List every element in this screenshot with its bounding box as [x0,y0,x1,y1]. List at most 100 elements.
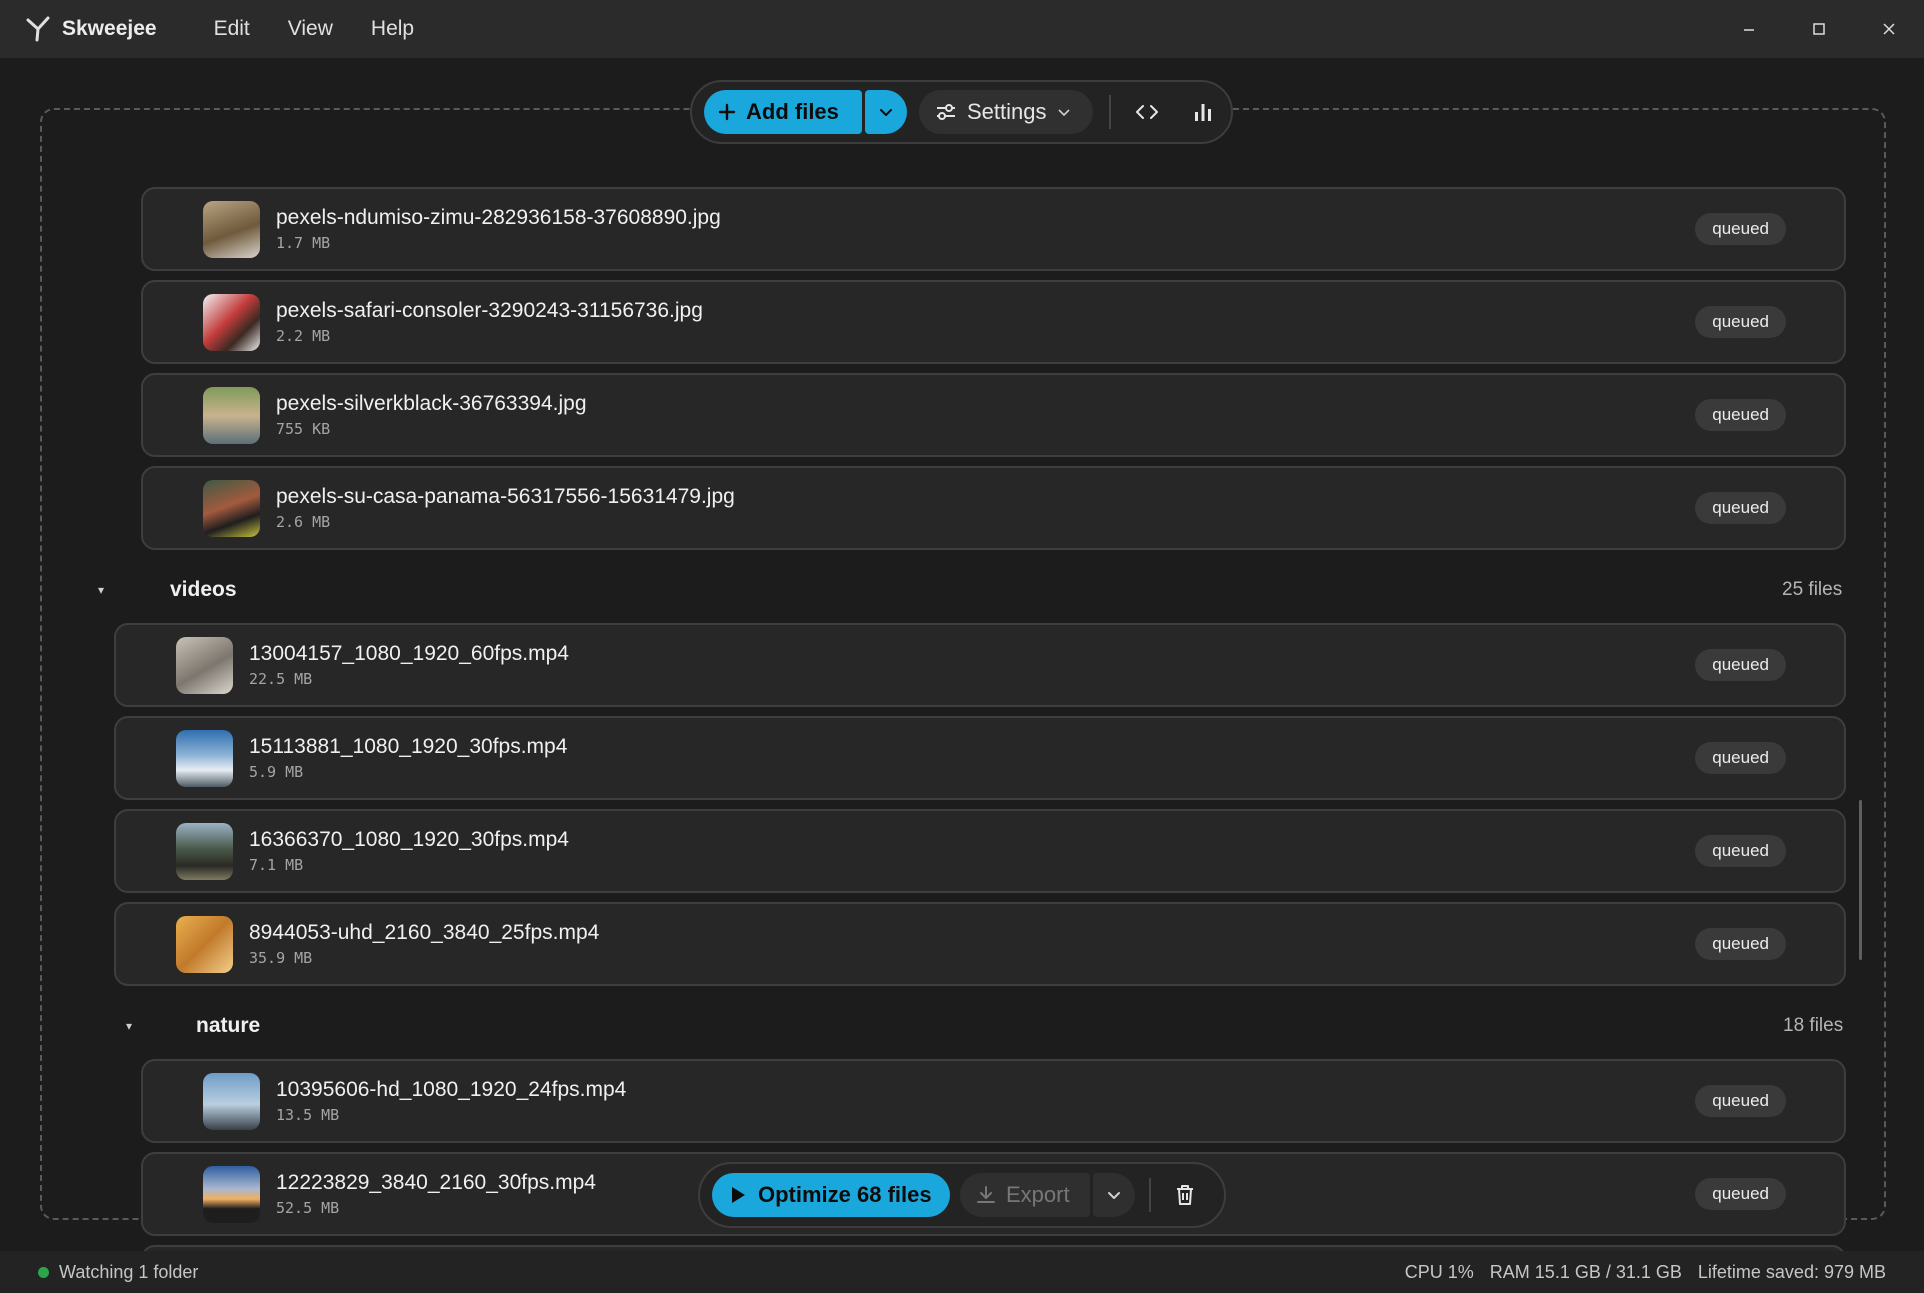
group-header-nature[interactable]: ▾ nature [126,1006,260,1046]
settings-button[interactable]: Settings [919,90,1093,134]
file-name: 15113881_1080_1920_30fps.mp4 [249,735,568,758]
file-name: 12223829_3840_2160_30fps.mp4 [276,1171,596,1194]
top-toolbar: Add files Settings [690,80,1233,144]
file-thumbnail [203,1072,260,1130]
group-name: videos [170,578,237,601]
status-badge: queued [1695,306,1786,338]
status-badge: queued [1695,835,1786,867]
bar-chart-icon [1195,104,1211,121]
status-badge: queued [1695,492,1786,524]
lifetime-saved: Lifetime saved: 979 MB [1697,1261,1886,1282]
menu-edit[interactable]: Edit [195,11,269,47]
trash-icon [1177,1185,1193,1205]
bottom-toolbar: Optimize 68 files Export [698,1162,1226,1228]
status-badge: queued [1695,649,1786,681]
cpu-usage: CPU 1% [1404,1261,1474,1282]
file-list: pexels-ndumiso-zimu-282936158-37608890.j… [40,128,1886,1256]
add-files-label: Add files [746,99,839,124]
file-thumbnail [203,1165,260,1223]
ram-usage: RAM 15.1 GB / 31.1 GB [1489,1261,1682,1282]
file-size: 2.6 MB [276,513,331,531]
plus-icon [718,103,736,121]
file-size: 13.5 MB [276,1106,340,1124]
status-badge: queued [1695,742,1786,774]
file-size: 7.1 MB [249,856,304,874]
status-badge: queued [1695,928,1786,960]
optimize-label: Optimize 68 files [758,1182,932,1207]
file-name: pexels-su-casa-panama-56317556-15631479.… [276,485,735,508]
export-button[interactable]: Export [960,1173,1090,1217]
code-view-button[interactable] [1127,92,1167,132]
play-icon [732,1187,745,1203]
window-controls [1714,0,1924,58]
chevron-down-icon [1057,109,1070,117]
status-badge: queued [1695,1085,1786,1117]
toolbar-divider [1149,1178,1151,1212]
file-row[interactable]: 10395606-hd_1080_1920_24fps.mp4 13.5 MB q… [141,1059,1846,1143]
file-thumbnail [203,479,260,537]
file-thumbnail [203,386,260,444]
minimize-button[interactable] [1714,0,1784,58]
file-size: 5.9 MB [249,763,304,781]
file-thumbnail [176,915,233,973]
maximize-button[interactable] [1784,0,1854,58]
app-logo-icon [24,14,54,44]
scrollbar[interactable] [1859,800,1862,960]
file-row[interactable]: pexels-ndumiso-zimu-282936158-37608890.j… [141,187,1846,271]
status-badge: queued [1695,399,1786,431]
group-count: 25 files [1782,579,1843,600]
optimize-button[interactable]: Optimize 68 files [712,1173,950,1217]
file-thumbnail [203,293,260,351]
menu-view[interactable]: View [269,11,352,47]
app-name: Skweejee [62,17,157,40]
status-badge: queued [1695,213,1786,245]
file-name: 10395606-hd_1080_1920_24fps.mp4 [276,1078,627,1101]
file-row[interactable]: pexels-safari-consoler-3290243-31156736.… [141,280,1846,364]
file-name: pexels-ndumiso-zimu-282936158-37608890.j… [276,206,721,229]
file-row[interactable]: pexels-su-casa-panama-56317556-15631479.… [141,466,1846,550]
watching-text: Watching 1 folder [59,1261,199,1282]
group-count: 18 files [1783,1015,1844,1036]
settings-label: Settings [967,99,1047,124]
file-row[interactable]: pexels-silverkblack-36763394.jpg 755 KB q… [141,373,1846,457]
menu-bar: Edit View Help [195,11,434,47]
file-name: pexels-safari-consoler-3290243-31156736.… [276,299,703,322]
file-size: 1.7 MB [276,234,331,252]
main-area: pexels-ndumiso-zimu-282936158-37608890.j… [0,58,1924,1256]
menu-help[interactable]: Help [352,11,433,47]
export-dropdown-button[interactable] [1093,1173,1135,1217]
file-size: 755 KB [276,420,331,438]
title-bar: Skweejee Edit View Help [0,0,1924,58]
add-files-dropdown-button[interactable] [865,90,907,134]
caret-down-icon[interactable]: ▾ [98,583,118,597]
file-row[interactable]: 8944053-uhd_2160_3840_25fps.mp4 35.9 MB q… [114,902,1846,986]
file-row[interactable]: 15113881_1080_1920_30fps.mp4 5.9 MB queue… [114,716,1846,800]
clear-button[interactable] [1165,1175,1205,1215]
file-name: 8944053-uhd_2160_3840_25fps.mp4 [249,921,600,944]
add-files-button[interactable]: Add files [704,90,862,134]
stats-button[interactable] [1183,92,1223,132]
file-thumbnail [176,729,233,787]
status-bar: Watching 1 folder CPU 1% RAM 15.1 GB / 3… [0,1251,1924,1293]
chevron-down-icon [880,109,892,116]
file-row[interactable]: 16366370_1080_1920_30fps.mp4 7.1 MB queue… [114,809,1846,893]
caret-down-icon[interactable]: ▾ [126,1019,146,1033]
file-size: 2.2 MB [276,327,331,345]
export-label: Export [1006,1182,1070,1207]
code-icon [1136,105,1158,119]
system-stats: CPU 1% RAM 15.1 GB / 31.1 GB Lifetime sa… [1405,1262,1886,1283]
file-name: 16366370_1080_1920_30fps.mp4 [249,828,569,851]
file-size: 22.5 MB [249,670,313,688]
group-header-videos[interactable]: ▾ videos [98,570,237,610]
close-button[interactable] [1854,0,1924,58]
file-size: 52.5 MB [276,1199,340,1217]
sliders-icon [937,104,955,120]
file-row[interactable]: 13004157_1080_1920_60fps.mp4 22.5 MB queu… [114,623,1846,707]
group-name: nature [196,1014,261,1037]
status-badge: queued [1695,1178,1786,1210]
file-name: pexels-silverkblack-36763394.jpg [276,392,587,415]
file-thumbnail [176,822,233,880]
toolbar-divider [1109,95,1111,129]
watching-status-icon [38,1266,49,1278]
file-thumbnail [203,200,260,258]
